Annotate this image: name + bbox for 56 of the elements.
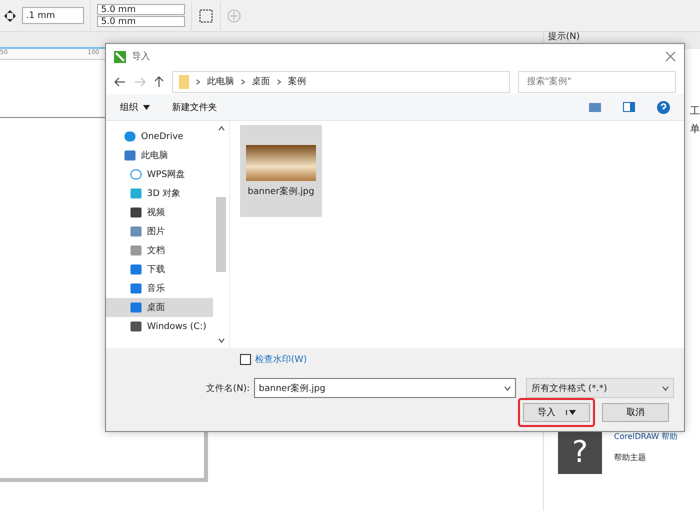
nudge-field[interactable]: .1 mm: [22, 7, 84, 24]
cut-text: 工: [690, 105, 700, 118]
filename-field[interactable]: banner案例.jpg: [254, 378, 516, 398]
file-type-dropdown[interactable]: 所有文件格式 (*.*): [526, 378, 674, 398]
nav-item[interactable]: OneDrive: [106, 127, 213, 146]
scroll-thumb[interactable]: [216, 197, 226, 272]
search-field[interactable]: 搜索"案例": [518, 70, 676, 92]
nav-item[interactable]: 视频: [106, 203, 213, 222]
back-arrow-icon[interactable]: [114, 76, 126, 86]
image-thumbnail: [246, 144, 316, 180]
nav-item[interactable]: 下载: [106, 260, 213, 279]
watermark-checkbox[interactable]: [240, 354, 251, 365]
dropdown-chevron-icon: [662, 384, 669, 392]
chevron-icon: [195, 78, 201, 84]
close-button[interactable]: [665, 51, 676, 62]
nav-item[interactable]: 图片: [106, 222, 213, 241]
cut-text: 单: [690, 122, 700, 136]
nav-item[interactable]: 音乐: [106, 279, 213, 298]
filename-label: 文件名(N):: [206, 382, 250, 394]
file-tile[interactable]: banner案例.jpg: [240, 125, 322, 217]
duplicate-x-field[interactable]: 5.0 mm: [97, 4, 185, 15]
up-arrow-icon[interactable]: [154, 76, 164, 88]
chevron-icon: [276, 78, 282, 84]
help-link[interactable]: CorelDRAW 帮助: [614, 431, 678, 442]
breadcrumb-item: 此电脑: [207, 76, 234, 88]
up-chevron-icon: [218, 125, 224, 132]
frame-icon[interactable]: [198, 8, 214, 24]
nav-item[interactable]: 桌面: [106, 298, 213, 317]
address-bar[interactable]: 此电脑 桌面 案例: [172, 70, 510, 92]
dropdown-chevron-icon: [504, 384, 512, 392]
nav-item[interactable]: 3D 对象: [106, 184, 213, 203]
breadcrumb-item: 桌面: [252, 76, 270, 88]
dialog-title: 导入: [132, 50, 151, 63]
nav-item[interactable]: 此电脑: [106, 146, 213, 165]
nav-item[interactable]: WPS网盘: [106, 165, 213, 184]
move-icon: [4, 10, 16, 22]
new-folder-button[interactable]: 新建文件夹: [172, 100, 217, 114]
app-logo-icon: [114, 50, 126, 62]
watermark-link[interactable]: 检查水印(W): [255, 353, 307, 366]
cancel-button[interactable]: 取消: [602, 403, 669, 422]
help-topic: 帮助主题: [614, 452, 647, 463]
nav-item[interactable]: 文档: [106, 241, 213, 260]
folder-icon: [179, 74, 189, 88]
import-button[interactable]: 导入: [523, 403, 590, 422]
caret-icon: [568, 410, 576, 415]
help-question-icon: ?: [558, 431, 602, 474]
breadcrumb-item: 案例: [288, 75, 306, 88]
view-icon[interactable]: [589, 102, 601, 112]
caret-icon: [143, 104, 150, 110]
help-icon[interactable]: [657, 100, 670, 114]
preview-pane-icon[interactable]: [623, 102, 635, 112]
nav-item[interactable]: Windows (C:): [106, 317, 213, 336]
organize-menu[interactable]: 组织: [120, 100, 150, 114]
chevron-icon: [240, 78, 246, 84]
duplicate-y-field[interactable]: 5.0 mm: [97, 16, 185, 27]
down-chevron-icon: [218, 337, 224, 344]
